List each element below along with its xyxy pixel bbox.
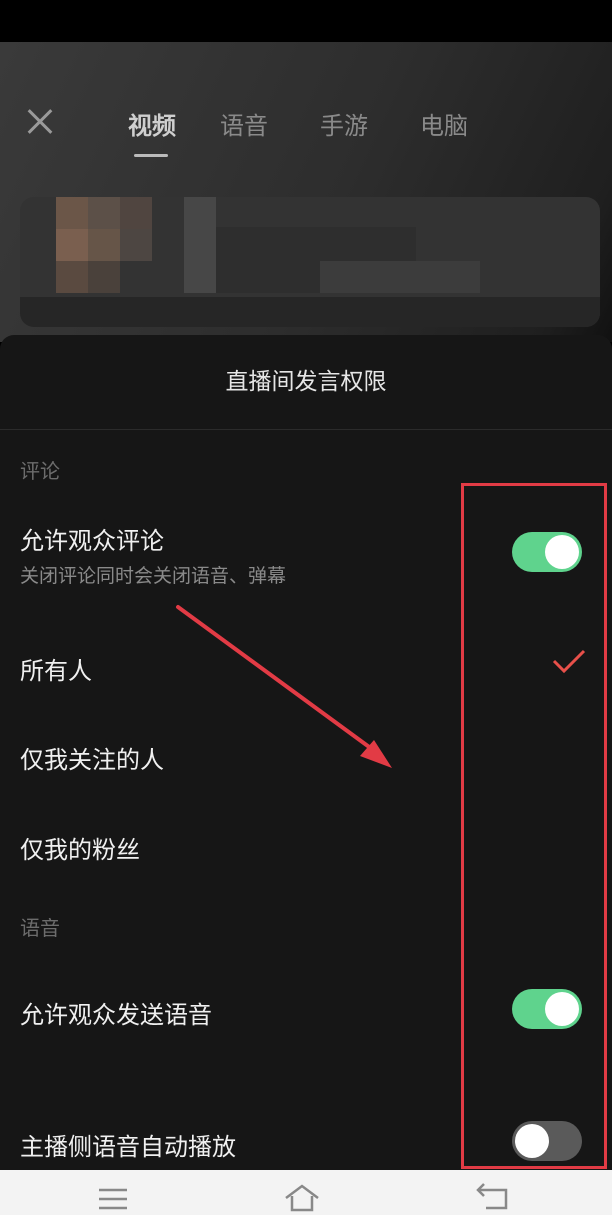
blurred-preview xyxy=(20,197,600,327)
close-icon[interactable] xyxy=(22,104,58,140)
system-nav-bar xyxy=(0,1170,612,1215)
option-following[interactable]: 仅我关注的人 xyxy=(20,740,164,775)
status-bar xyxy=(0,0,612,42)
allow-voice-label: 允许观众发送语音 xyxy=(20,1001,212,1029)
back-icon[interactable] xyxy=(472,1178,512,1212)
category-tabs: 视频 语音 手游 电脑 xyxy=(110,106,494,157)
allow-comments-label: 允许观众评论 xyxy=(20,527,164,555)
option-everyone[interactable]: 所有人 xyxy=(20,651,92,686)
tab-voice[interactable]: 语音 xyxy=(194,106,294,156)
tab-video[interactable]: 视频 xyxy=(110,106,194,157)
option-fans[interactable]: 仅我的粉丝 xyxy=(20,830,140,865)
allow-comments-hint: 关闭评论同时会关闭语音、弹幕 xyxy=(20,565,287,587)
tab-pc[interactable]: 电脑 xyxy=(394,106,494,156)
annotation-highlight-box xyxy=(461,483,607,1169)
tab-mobile-game[interactable]: 手游 xyxy=(294,106,394,156)
background-video-area: 视频 语音 手游 电脑 xyxy=(0,42,612,342)
section-label-voice: 语音 xyxy=(20,916,60,940)
section-label-comment: 评论 xyxy=(20,459,60,483)
auto-play-label: 主播侧语音自动播放 xyxy=(20,1133,236,1161)
sheet-title: 直播间发言权限 xyxy=(0,335,612,430)
home-icon[interactable] xyxy=(282,1178,322,1212)
menu-icon[interactable] xyxy=(93,1178,133,1212)
